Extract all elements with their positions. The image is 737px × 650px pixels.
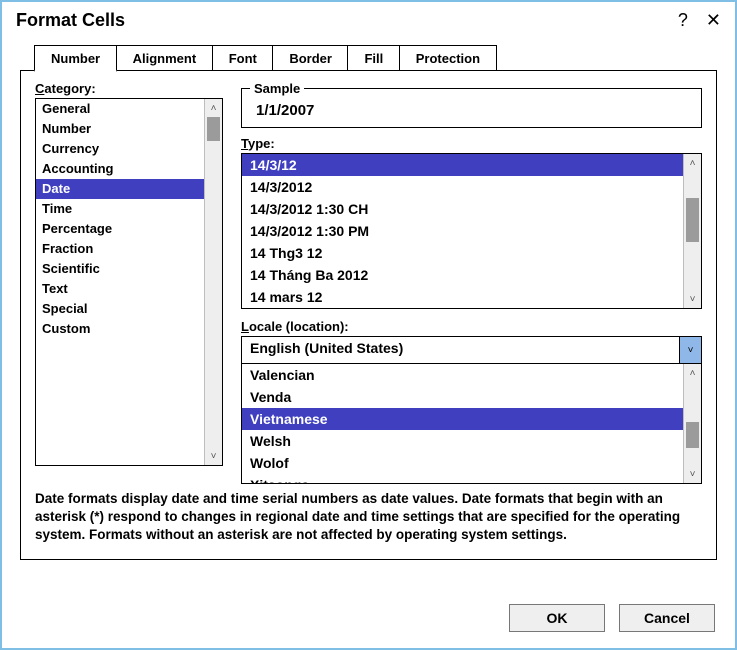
scroll-down-icon[interactable]: ˅ xyxy=(205,447,222,465)
category-label-accel: C xyxy=(35,81,44,96)
type-item[interactable]: 14/3/2012 1:30 CH xyxy=(242,198,683,220)
type-item[interactable]: 14/3/2012 xyxy=(242,176,683,198)
close-button[interactable]: ✕ xyxy=(706,10,721,31)
tab-strip: NumberAlignmentFontBorderFillProtection xyxy=(34,45,717,70)
locale-label-rest: ocale (location): xyxy=(249,319,349,334)
locale-item[interactable]: Vietnamese xyxy=(242,408,683,430)
type-item[interactable]: 14 Tháng Ba 2012 xyxy=(242,264,683,286)
type-item[interactable]: 14 Thg3 12 xyxy=(242,242,683,264)
locale-label: Locale (location): xyxy=(241,319,702,334)
cancel-button[interactable]: Cancel xyxy=(619,604,715,632)
type-item[interactable]: 14 mars 12 xyxy=(242,286,683,308)
tab-fill[interactable]: Fill xyxy=(347,45,400,70)
category-scrollbar[interactable]: ˄ ˅ xyxy=(204,99,222,465)
type-listbox[interactable]: 14/3/1214/3/201214/3/2012 1:30 CH14/3/20… xyxy=(241,153,702,309)
type-label-accel: T xyxy=(241,136,248,151)
titlebar: Format Cells ? ✕ xyxy=(2,2,735,35)
category-item[interactable]: Scientific xyxy=(36,259,204,279)
scroll-down-icon[interactable]: ˅ xyxy=(684,465,701,483)
sample-legend: Sample xyxy=(250,81,304,96)
scroll-up-icon[interactable]: ˄ xyxy=(205,99,222,117)
locale-combobox[interactable]: English (United States) ˅ xyxy=(241,336,702,364)
type-label: Type: xyxy=(241,136,702,151)
category-item[interactable]: Fraction xyxy=(36,239,204,259)
tab-protection[interactable]: Protection xyxy=(399,45,497,70)
sample-value: 1/1/2007 xyxy=(250,98,693,125)
category-item[interactable]: Currency xyxy=(36,139,204,159)
sample-groupbox: Sample 1/1/2007 xyxy=(241,81,702,128)
type-item[interactable]: 14/3/12 xyxy=(242,154,683,176)
locale-selected-value: English (United States) xyxy=(242,337,679,363)
scroll-up-icon[interactable]: ˄ xyxy=(684,154,701,172)
right-column: Sample 1/1/2007 Type: 14/3/1214/3/201214… xyxy=(241,81,702,484)
locale-item[interactable]: Valencian xyxy=(242,364,683,386)
locale-item[interactable]: Wolof xyxy=(242,452,683,474)
locale-item[interactable]: Welsh xyxy=(242,430,683,452)
locale-item[interactable]: Venda xyxy=(242,386,683,408)
category-item[interactable]: Time xyxy=(36,199,204,219)
format-cells-dialog: Format Cells ? ✕ NumberAlignmentFontBord… xyxy=(0,0,737,650)
scroll-up-icon[interactable]: ˄ xyxy=(684,364,701,382)
category-item[interactable]: Custom xyxy=(36,319,204,339)
locale-scrollbar[interactable]: ˄ ˅ xyxy=(683,364,701,483)
scroll-thumb[interactable] xyxy=(686,198,699,242)
category-item[interactable]: Accounting xyxy=(36,159,204,179)
category-listbox[interactable]: GeneralNumberCurrencyAccountingDateTimeP… xyxy=(35,98,223,466)
panel-columns: Category: GeneralNumberCurrencyAccountin… xyxy=(35,81,702,484)
category-column: Category: GeneralNumberCurrencyAccountin… xyxy=(35,81,223,484)
tab-panel-number: Category: GeneralNumberCurrencyAccountin… xyxy=(20,70,717,560)
category-item[interactable]: Text xyxy=(36,279,204,299)
chevron-down-icon[interactable]: ˅ xyxy=(679,337,701,363)
dialog-content: NumberAlignmentFontBorderFillProtection … xyxy=(2,35,735,578)
locale-item[interactable]: Xitsonga xyxy=(242,474,683,484)
tab-number[interactable]: Number xyxy=(34,45,117,72)
dialog-buttons: OK Cancel xyxy=(509,604,715,632)
tab-border[interactable]: Border xyxy=(272,45,349,70)
category-label: Category: xyxy=(35,81,223,96)
locale-dropdown-list[interactable]: ValencianVendaVietnameseWelshWolofXitson… xyxy=(241,364,702,484)
dialog-title: Format Cells xyxy=(16,10,125,31)
scroll-thumb[interactable] xyxy=(686,422,699,448)
scroll-thumb[interactable] xyxy=(207,117,220,141)
type-scrollbar[interactable]: ˄ ˅ xyxy=(683,154,701,308)
category-item[interactable]: Date xyxy=(36,179,204,199)
type-label-rest: ype: xyxy=(248,136,275,151)
category-item[interactable]: Percentage xyxy=(36,219,204,239)
system-buttons: ? ✕ xyxy=(678,10,721,31)
ok-button[interactable]: OK xyxy=(509,604,605,632)
locale-label-accel: L xyxy=(241,319,249,334)
help-button[interactable]: ? xyxy=(678,10,688,31)
tab-alignment[interactable]: Alignment xyxy=(116,45,214,70)
category-item[interactable]: Number xyxy=(36,119,204,139)
category-item[interactable]: General xyxy=(36,99,204,119)
category-label-rest: ategory: xyxy=(44,81,95,96)
type-item[interactable]: 14/3/2012 1:30 PM xyxy=(242,220,683,242)
category-item[interactable]: Special xyxy=(36,299,204,319)
scroll-down-icon[interactable]: ˅ xyxy=(684,290,701,308)
tab-font[interactable]: Font xyxy=(212,45,274,70)
format-description: Date formats display date and time seria… xyxy=(35,490,702,545)
